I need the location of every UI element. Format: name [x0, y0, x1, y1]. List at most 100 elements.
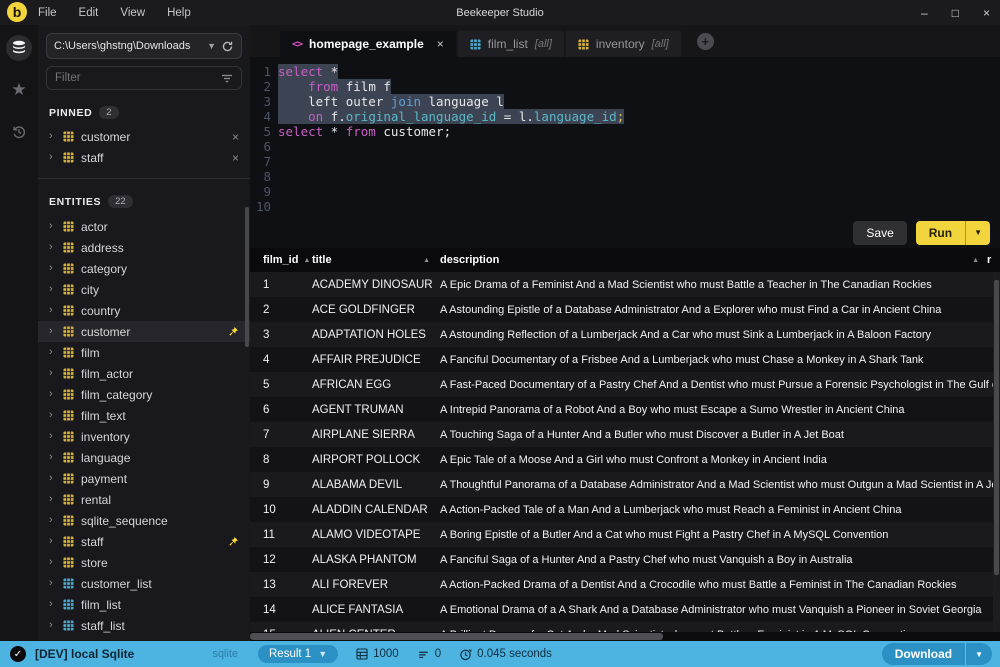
- table-row[interactable]: 3ADAPTATION HOLESA Astounding Reflection…: [250, 322, 993, 347]
- cell-description[interactable]: A Astounding Reflection of a Lumberjack …: [440, 329, 993, 341]
- entity-item-sqlite_sequence[interactable]: ›sqlite_sequence: [38, 510, 250, 531]
- cell-film-id[interactable]: 6: [250, 404, 312, 416]
- history-panel-icon[interactable]: [6, 119, 32, 145]
- cell-film-id[interactable]: 14: [250, 604, 312, 616]
- table-row[interactable]: 9ALABAMA DEVILA Thoughtful Panorama of a…: [250, 472, 993, 497]
- chevron-right-icon[interactable]: ›: [49, 536, 56, 547]
- cell-film-id[interactable]: 11: [250, 529, 312, 541]
- cell-film-id[interactable]: 1: [250, 279, 312, 291]
- cell-film-id[interactable]: 4: [250, 354, 312, 366]
- entity-item-rental[interactable]: ›rental: [38, 489, 250, 510]
- cell-film-id[interactable]: 7: [250, 429, 312, 441]
- entity-item-film[interactable]: ›film: [38, 342, 250, 363]
- cell-film-id[interactable]: 2: [250, 304, 312, 316]
- table-row[interactable]: 11ALAMO VIDEOTAPEA Boring Epistle of a B…: [250, 522, 993, 547]
- cell-film-id[interactable]: 9: [250, 479, 312, 491]
- run-options-caret-icon[interactable]: ▼: [966, 221, 990, 245]
- cell-description[interactable]: A Emotional Drama of a A Shark And a Dat…: [440, 604, 993, 616]
- sidebar-scrollbar[interactable]: [245, 207, 249, 347]
- run-button[interactable]: Run ▼: [916, 221, 990, 245]
- unpin-close-icon[interactable]: ×: [232, 151, 239, 165]
- table-row[interactable]: 15ALIEN CENTERA Brilliant Drama of a Cat…: [250, 622, 993, 632]
- cell-title[interactable]: AGENT TRUMAN: [312, 404, 440, 416]
- entity-item-film_text[interactable]: ›film_text: [38, 405, 250, 426]
- cell-film-id[interactable]: 5: [250, 379, 312, 391]
- chevron-right-icon[interactable]: ›: [49, 389, 56, 400]
- cell-title[interactable]: ALAMO VIDEOTAPE: [312, 529, 440, 541]
- entity-item-store[interactable]: ›store: [38, 552, 250, 573]
- tab-inventory[interactable]: inventory[all]: [566, 31, 681, 57]
- cell-title[interactable]: AIRPLANE SIERRA: [312, 429, 440, 441]
- chevron-right-icon[interactable]: ›: [49, 599, 56, 610]
- cell-title[interactable]: ALASKA PHANTOM: [312, 554, 440, 566]
- cell-film-id[interactable]: 13: [250, 579, 312, 591]
- menu-view[interactable]: View: [120, 7, 145, 19]
- column-header-film_id[interactable]: film_id▲: [250, 254, 312, 266]
- cell-description[interactable]: A Action-Packed Tale of a Man And a Lumb…: [440, 504, 993, 516]
- chevron-right-icon[interactable]: ›: [49, 347, 56, 358]
- cell-description[interactable]: A Epic Drama of a Feminist And a Mad Sci…: [440, 279, 993, 291]
- chevron-right-icon[interactable]: ›: [49, 131, 56, 142]
- results-horizontal-scrollbar[interactable]: [250, 632, 1000, 641]
- table-row[interactable]: 14ALICE FANTASIAA Emotional Drama of a A…: [250, 597, 993, 622]
- table-row[interactable]: 1ACADEMY DINOSAURA Epic Drama of a Femin…: [250, 272, 993, 297]
- entity-item-country[interactable]: ›country: [38, 300, 250, 321]
- cell-title[interactable]: AIRPORT POLLOCK: [312, 454, 440, 466]
- chevron-right-icon[interactable]: ›: [49, 431, 56, 442]
- cell-title[interactable]: ACE GOLDFINGER: [312, 304, 440, 316]
- cell-film-id[interactable]: 3: [250, 329, 312, 341]
- download-button[interactable]: Download ▼: [882, 643, 992, 665]
- entity-item-actor[interactable]: ›actor: [38, 216, 250, 237]
- minimize-window-icon[interactable]: –: [921, 7, 928, 19]
- run-button-label[interactable]: Run: [916, 221, 966, 245]
- scrollbar-thumb[interactable]: [994, 280, 999, 575]
- maximize-window-icon[interactable]: □: [952, 7, 959, 19]
- chevron-right-icon[interactable]: ›: [49, 410, 56, 421]
- table-row[interactable]: 7AIRPLANE SIERRAA Touching Saga of a Hun…: [250, 422, 993, 447]
- table-row[interactable]: 5AFRICAN EGGA Fast-Paced Documentary of …: [250, 372, 993, 397]
- cell-description[interactable]: A Thoughtful Panorama of a Database Admi…: [440, 479, 993, 491]
- new-tab-button[interactable]: +: [697, 33, 714, 50]
- download-button-label[interactable]: Download: [882, 643, 966, 665]
- chevron-right-icon[interactable]: ›: [49, 452, 56, 463]
- chevron-right-icon[interactable]: ›: [49, 263, 56, 274]
- cell-film-id[interactable]: 12: [250, 554, 312, 566]
- table-row[interactable]: 12ALASKA PHANTOMA Fanciful Saga of a Hun…: [250, 547, 993, 572]
- cell-description[interactable]: A Action-Packed Drama of a Dentist And a…: [440, 579, 993, 591]
- entity-item-city[interactable]: ›city: [38, 279, 250, 300]
- entity-item-category[interactable]: ›category: [38, 258, 250, 279]
- chevron-right-icon[interactable]: ›: [49, 494, 56, 505]
- chevron-right-icon[interactable]: ›: [49, 578, 56, 589]
- close-window-icon[interactable]: ×: [983, 7, 990, 19]
- entity-item-staff_list[interactable]: ›staff_list: [38, 615, 250, 636]
- unpin-close-icon[interactable]: ×: [232, 130, 239, 144]
- favorites-panel-icon[interactable]: ★: [6, 77, 32, 103]
- entity-item-inventory[interactable]: ›inventory: [38, 426, 250, 447]
- table-row[interactable]: 8AIRPORT POLLOCKA Epic Tale of a Moose A…: [250, 447, 993, 472]
- chevron-right-icon[interactable]: ›: [49, 284, 56, 295]
- tab-film_list[interactable]: film_list[all]: [458, 31, 564, 57]
- table-row[interactable]: 6AGENT TRUMANA Intrepid Panorama of a Ro…: [250, 397, 993, 422]
- chevron-right-icon[interactable]: ›: [49, 305, 56, 316]
- chevron-right-icon[interactable]: ›: [49, 620, 56, 631]
- filter-icon[interactable]: [221, 73, 233, 84]
- chevron-right-icon[interactable]: ›: [49, 515, 56, 526]
- cell-description[interactable]: A Fast-Paced Documentary of a Pastry Che…: [440, 379, 993, 391]
- scrollbar-thumb[interactable]: [250, 633, 663, 640]
- cell-description[interactable]: A Astounding Epistle of a Database Admin…: [440, 304, 993, 316]
- menu-help[interactable]: Help: [167, 7, 191, 19]
- connection-selector[interactable]: C:\Users\ghstng\Downloads ▼: [46, 33, 242, 59]
- tab-homepage_example[interactable]: <>homepage_example×: [280, 31, 456, 57]
- chevron-right-icon[interactable]: ›: [49, 473, 56, 484]
- cell-description[interactable]: A Epic Tale of a Moose And a Girl who mu…: [440, 454, 993, 466]
- cell-title[interactable]: ALICE FANTASIA: [312, 604, 440, 616]
- cell-title[interactable]: ALADDIN CALENDAR: [312, 504, 440, 516]
- chevron-right-icon[interactable]: ›: [49, 326, 56, 337]
- cell-title[interactable]: ALABAMA DEVIL: [312, 479, 440, 491]
- cell-title[interactable]: AFFAIR PREJUDICE: [312, 354, 440, 366]
- database-panel-icon[interactable]: [6, 35, 32, 61]
- table-row[interactable]: 2ACE GOLDFINGERA Astounding Epistle of a…: [250, 297, 993, 322]
- entity-item-customer[interactable]: ›customer: [38, 321, 250, 342]
- column-header-description[interactable]: description▲: [440, 254, 987, 266]
- filter-input[interactable]: [55, 72, 221, 84]
